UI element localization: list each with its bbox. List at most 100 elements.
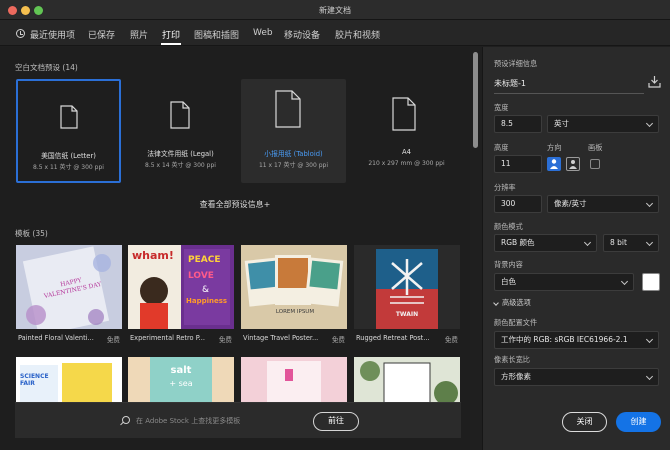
preset-name: 小报用纸 (Tabloid) xyxy=(264,150,323,158)
preset-name: A4 xyxy=(402,148,411,156)
bit-depth-select[interactable]: 8 bit xyxy=(603,234,659,252)
tab-print[interactable]: 打印 xyxy=(162,28,180,41)
tab-recent[interactable]: 最近使用项 xyxy=(30,28,75,41)
tab-saved[interactable]: 已保存 xyxy=(88,28,115,41)
templates-count: (35) xyxy=(32,229,48,238)
thumb-salt-text: salt xyxy=(170,365,192,376)
clock-icon xyxy=(16,29,25,38)
template-card[interactable]: wham! PEACE LOVE & Happiness Experimenta… xyxy=(128,245,234,345)
color-mode-select[interactable]: RGB 颜色 xyxy=(494,234,597,252)
template-name: Painted Floral Valenti... xyxy=(18,334,94,342)
template-card[interactable] xyxy=(354,357,460,407)
tab-film-video[interactable]: 胶片和视频 xyxy=(335,28,380,41)
go-button[interactable]: 前往 xyxy=(313,412,359,431)
thumb-lorem-text: LOREM IPSUM xyxy=(275,309,315,315)
width-label: 宽度 xyxy=(494,103,509,112)
preset-size: 11 x 17 英寸 @ 300 ppi xyxy=(258,162,328,169)
background-label: 背景内容 xyxy=(494,260,523,269)
template-thumbnail: LOREM IPSUM xyxy=(241,245,347,329)
background-select[interactable]: 白色 xyxy=(494,273,634,291)
title-bar: 新建文档 xyxy=(0,0,670,20)
landscape-orientation-button[interactable] xyxy=(566,157,580,171)
width-input[interactable]: 8.5 xyxy=(494,115,542,133)
save-preset-icon[interactable] xyxy=(648,75,661,88)
document-icon xyxy=(60,105,78,129)
template-name: Vintage Travel Poster... xyxy=(243,334,319,342)
search-icon xyxy=(122,416,130,424)
template-card[interactable]: LOREM IPSUM Vintage Travel Poster... 免费 xyxy=(241,245,347,345)
active-tab-indicator xyxy=(161,43,181,45)
height-label: 高度 xyxy=(494,143,509,152)
preset-details-heading: 预设详细信息 xyxy=(494,59,538,68)
preset-size: 8.5 x 14 英寸 @ 300 ppi xyxy=(145,162,216,169)
pixel-aspect-label: 像素长宽比 xyxy=(494,355,530,364)
preset-tabloid[interactable]: 小报用纸 (Tabloid) 11 x 17 英寸 @ 300 ppi xyxy=(241,79,346,183)
pixel-aspect-select[interactable]: 方形像素 xyxy=(494,368,659,386)
portrait-orientation-button[interactable] xyxy=(547,157,561,171)
preset-a4[interactable]: A4 210 x 297 mm @ 300 ppi xyxy=(354,79,459,183)
tab-art-illustration[interactable]: 图稿和插图 xyxy=(194,28,239,41)
template-card[interactable]: salt + sea xyxy=(128,357,234,407)
templates-heading: 模板 (35) xyxy=(15,228,48,239)
window-title: 新建文档 xyxy=(319,6,351,15)
tab-mobile[interactable]: 移动设备 xyxy=(284,28,320,41)
template-card[interactable] xyxy=(241,357,347,407)
color-mode-label: 颜色模式 xyxy=(494,222,523,231)
document-icon xyxy=(170,101,190,129)
thumb-peace-text: PEACE xyxy=(188,255,221,265)
artboard-checkbox[interactable] xyxy=(590,159,600,169)
scrollbar-thumb[interactable] xyxy=(473,52,478,148)
document-title-field[interactable]: 未标题-1 xyxy=(494,78,526,89)
free-badge: 免费 xyxy=(218,336,232,344)
color-profile-label: 颜色配置文件 xyxy=(494,318,538,327)
resolution-label: 分辨率 xyxy=(494,183,516,192)
template-card[interactable]: HAPPY VALENTINE'S DAY Painted Floral Val… xyxy=(16,245,122,345)
width-unit-select[interactable]: 英寸 xyxy=(547,115,659,133)
document-icon xyxy=(275,90,301,128)
templates-label: 模板 xyxy=(15,229,30,238)
template-name: Experimental Retro P... xyxy=(130,334,205,342)
preset-name: 法律文件用纸 (Legal) xyxy=(147,150,214,158)
thumb-love-text: LOVE xyxy=(188,271,214,281)
category-tab-bar: 最近使用项 已保存 照片 打印 图稿和插图 Web 移动设备 胶片和视频 xyxy=(0,20,670,46)
template-name: Rugged Retreat Post... xyxy=(356,334,430,342)
color-profile-select[interactable]: 工作中的 RGB: sRGB IEC61966-2.1 xyxy=(494,331,659,349)
blank-presets-label: 空白文档预设 xyxy=(15,63,60,72)
blank-presets-count: (14) xyxy=(62,63,78,72)
stock-search-input[interactable] xyxy=(136,414,316,428)
resolution-unit-select[interactable]: 像素/英寸 xyxy=(547,195,659,213)
tab-photo[interactable]: 照片 xyxy=(130,28,148,41)
background-color-swatch[interactable] xyxy=(642,273,660,291)
template-thumbnail: wham! PEACE LOVE & Happiness xyxy=(128,245,234,329)
free-badge: 免费 xyxy=(444,336,458,344)
chevron-down-icon[interactable] xyxy=(493,300,499,306)
template-card[interactable]: SCIENCE FAIR xyxy=(16,357,122,407)
preset-legal[interactable]: 法律文件用纸 (Legal) 8.5 x 14 英寸 @ 300 ppi xyxy=(128,79,233,183)
create-button[interactable]: 创建 xyxy=(616,412,661,432)
thumb-and-text: & xyxy=(202,285,210,295)
title-underline xyxy=(494,93,644,94)
template-thumbnail: HAPPY VALENTINE'S DAY xyxy=(16,245,122,329)
preset-name: 美国信纸 (Letter) xyxy=(41,152,96,160)
advanced-options-toggle[interactable]: 高级选项 xyxy=(502,298,531,308)
height-input[interactable]: 11 xyxy=(494,155,542,173)
view-all-presets-link[interactable]: 查看全部预设信息+ xyxy=(0,199,470,210)
free-badge: 免费 xyxy=(331,336,345,344)
template-thumbnail: TWAIN xyxy=(354,245,460,329)
artboard-label: 画板 xyxy=(588,143,603,152)
free-badge: 免费 xyxy=(106,336,120,344)
preset-size: 8.5 x 11 英寸 @ 300 ppi xyxy=(33,164,104,171)
stock-search-bar: 前往 xyxy=(15,402,461,438)
tab-web[interactable]: Web xyxy=(253,28,273,38)
thumb-twain-text: TWAIN xyxy=(395,311,419,318)
resolution-input[interactable]: 300 xyxy=(494,195,542,213)
document-icon xyxy=(392,97,416,131)
thumb-wham-text: wham! xyxy=(132,249,174,262)
orientation-label: 方向 xyxy=(547,143,562,152)
blank-presets-heading: 空白文档预设 (14) xyxy=(15,62,78,73)
preset-letter[interactable]: 美国信纸 (Letter) 8.5 x 11 英寸 @ 300 ppi xyxy=(16,79,121,183)
thumb-science-text: SCIENCE FAIR xyxy=(20,373,49,387)
template-card[interactable]: TWAIN Rugged Retreat Post... 免费 xyxy=(354,245,460,345)
thumb-happiness-text: Happiness xyxy=(186,297,228,305)
close-button[interactable]: 关闭 xyxy=(562,412,607,432)
